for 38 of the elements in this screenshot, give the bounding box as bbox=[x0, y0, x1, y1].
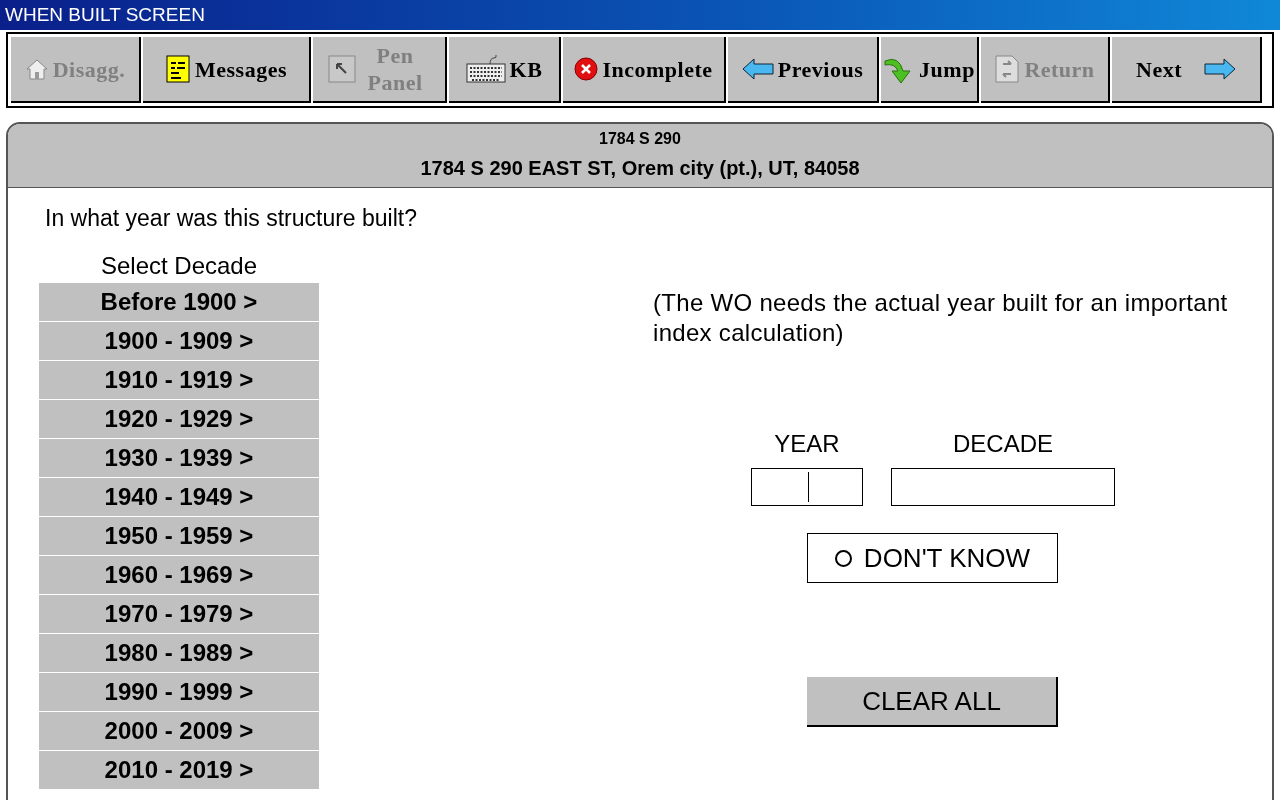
right-arrow-icon bbox=[1204, 57, 1236, 81]
year-label: YEAR bbox=[774, 430, 840, 458]
dont-know-radio-button[interactable]: DON'T KNOW bbox=[807, 533, 1058, 583]
toolbar-button[interactable]: Jump bbox=[881, 37, 979, 103]
decade-button[interactable]: 2010 - 2019 > bbox=[39, 751, 319, 789]
decade-button[interactable]: 1910 - 1919 > bbox=[39, 361, 319, 399]
toolbar-button[interactable]: Messages bbox=[143, 37, 311, 103]
decade-button[interactable]: 1960 - 1969 > bbox=[39, 556, 319, 594]
house-icon bbox=[24, 57, 49, 81]
decade-button[interactable]: 1900 - 1909 > bbox=[39, 322, 319, 360]
decade-button[interactable]: 1920 - 1929 > bbox=[39, 400, 319, 438]
document-icon bbox=[994, 54, 1021, 84]
error-icon bbox=[574, 57, 599, 81]
toolbar-button[interactable]: Incomplete bbox=[563, 37, 726, 103]
decade-button[interactable]: 2000 - 2009 > bbox=[39, 712, 319, 750]
decade-button[interactable]: 1990 - 1999 > bbox=[39, 673, 319, 711]
decade-button[interactable]: 1980 - 1989 > bbox=[39, 634, 319, 672]
toolbar-button[interactable]: Previous bbox=[728, 37, 879, 103]
year-input-field[interactable] bbox=[751, 468, 863, 506]
note-text: (The WO needs the actual year built for an important index calculation) bbox=[653, 288, 1229, 348]
left-arrow-icon bbox=[741, 57, 774, 81]
decade-button[interactable]: Before 1900 > bbox=[39, 283, 319, 321]
keyboard-icon bbox=[465, 54, 506, 84]
decade-list-title: Select Decade bbox=[99, 252, 259, 280]
decade-button[interactable]: 1970 - 1979 > bbox=[39, 595, 319, 633]
decade-label: DECADE bbox=[953, 430, 1053, 458]
window-title: WHEN BUILT SCREEN bbox=[5, 4, 205, 26]
decade-input-field[interactable] bbox=[891, 468, 1115, 506]
toolbar-button[interactable]: KB bbox=[449, 37, 561, 103]
question-text: In what year was this structure built? bbox=[45, 205, 418, 232]
clear-all-button[interactable]: CLEAR ALL bbox=[807, 677, 1058, 727]
decade-button[interactable]: 1930 - 1939 > bbox=[39, 439, 319, 477]
decade-button[interactable]: 1950 - 1959 > bbox=[39, 517, 319, 555]
decade-button[interactable]: 1940 - 1949 > bbox=[39, 478, 319, 516]
full-address: 1784 S 290 EAST ST, Orem city (pt.), UT, 84058 bbox=[420, 157, 860, 180]
notepad-icon bbox=[165, 54, 191, 84]
next-button[interactable]: Next bbox=[1112, 37, 1262, 103]
short-address: 1784 S 290 bbox=[599, 130, 681, 148]
